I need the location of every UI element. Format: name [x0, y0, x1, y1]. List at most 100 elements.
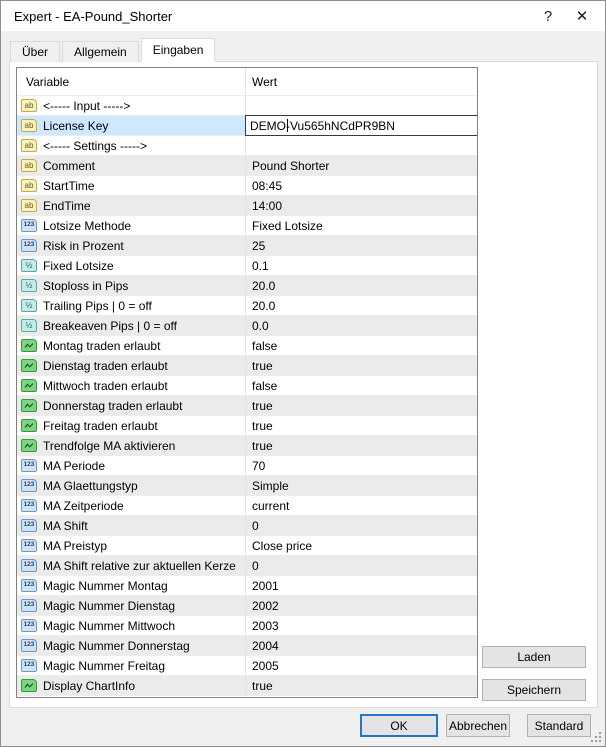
table-row[interactable]: Mittwoch traden erlaubt false: [17, 376, 477, 396]
table-row[interactable]: ab <----- Input ----->: [17, 96, 477, 116]
table-row[interactable]: 123 Magic Nummer Freitag 2005: [17, 656, 477, 676]
param-value[interactable]: 2005: [246, 656, 477, 675]
param-value[interactable]: current: [246, 496, 477, 515]
param-value[interactable]: Fixed Lotsize: [246, 216, 477, 235]
license-key-value: DEMO-Vu565hNCdPR9BN: [250, 119, 395, 133]
ok-button[interactable]: OK: [360, 714, 438, 737]
param-value[interactable]: true: [246, 356, 477, 375]
bool-type-icon: [21, 339, 37, 352]
table-row[interactable]: 123 Magic Nummer Donnerstag 2004: [17, 636, 477, 656]
table-row[interactable]: ab Comment Pound Shorter: [17, 156, 477, 176]
tab-allgemein[interactable]: Allgemein: [62, 41, 139, 62]
param-label: Comment: [43, 159, 95, 173]
close-button[interactable]: ✕: [565, 1, 599, 31]
param-value[interactable]: 70: [246, 456, 477, 475]
param-value[interactable]: 2002: [246, 596, 477, 615]
param-value[interactable]: [246, 96, 477, 115]
param-label: License Key: [43, 119, 108, 133]
table-row[interactable]: ½ Stoploss in Pips 20.0: [17, 276, 477, 296]
param-value[interactable]: true: [246, 436, 477, 455]
param-value[interactable]: 14:00: [246, 196, 477, 215]
param-value[interactable]: true: [246, 676, 477, 695]
param-label: Freitag traden erlaubt: [43, 419, 158, 433]
param-value[interactable]: DEMO-Vu565hNCdPR9BN: [246, 116, 477, 135]
param-label: Breakeaven Pips | 0 = off: [43, 319, 177, 333]
int-type-icon: 123: [21, 459, 37, 472]
param-value[interactable]: Simple: [246, 476, 477, 495]
table-row[interactable]: 123 MA Shift 0: [17, 516, 477, 536]
param-value[interactable]: Close price: [246, 536, 477, 555]
param-value[interactable]: 25: [246, 236, 477, 255]
table-row[interactable]: ab <----- Settings ----->: [17, 136, 477, 156]
param-value[interactable]: 2004: [246, 636, 477, 655]
tab-eingaben[interactable]: Eingaben: [141, 38, 216, 62]
table-row[interactable]: Donnerstag traden erlaubt true: [17, 396, 477, 416]
table-row[interactable]: 123 Magic Nummer Montag 2001: [17, 576, 477, 596]
param-label: Fixed Lotsize: [43, 259, 114, 273]
param-value[interactable]: [246, 136, 477, 155]
double-type-icon: ½: [21, 299, 37, 312]
table-row[interactable]: Montag traden erlaubt false: [17, 336, 477, 356]
column-header-variable: Variable: [17, 68, 246, 95]
table-row[interactable]: ½ Breakeaven Pips | 0 = off 0.0: [17, 316, 477, 336]
table-row[interactable]: 123 Lotsize Methode Fixed Lotsize: [17, 216, 477, 236]
param-value[interactable]: 0: [246, 556, 477, 575]
resize-grip[interactable]: [591, 732, 602, 743]
table-row[interactable]: 123 Risk in Prozent 25: [17, 236, 477, 256]
int-type-icon: 123: [21, 559, 37, 572]
table-row[interactable]: ab EndTime 14:00: [17, 196, 477, 216]
table-row[interactable]: Trendfolge MA aktivieren true: [17, 436, 477, 456]
param-label: Mittwoch traden erlaubt: [43, 379, 168, 393]
save-button[interactable]: Speichern: [482, 679, 586, 701]
table-row[interactable]: ½ Fixed Lotsize 0.1: [17, 256, 477, 276]
tab-über[interactable]: Über: [10, 41, 60, 62]
param-label: MA Shift relative zur aktuellen Kerze: [43, 559, 236, 573]
int-type-icon: 123: [21, 659, 37, 672]
param-label: Magic Nummer Freitag: [43, 659, 165, 673]
param-value[interactable]: 0.0: [246, 316, 477, 335]
param-label: Magic Nummer Montag: [43, 579, 168, 593]
param-label: Dienstag traden erlaubt: [43, 359, 168, 373]
table-row[interactable]: 123 MA Glaettungstyp Simple: [17, 476, 477, 496]
bool-type-icon: [21, 399, 37, 412]
param-label: Magic Nummer Donnerstag: [43, 639, 190, 653]
param-value[interactable]: 2001: [246, 576, 477, 595]
param-value[interactable]: 08:45: [246, 176, 477, 195]
param-value[interactable]: Pound Shorter: [246, 156, 477, 175]
param-label: Magic Nummer Mittwoch: [43, 619, 175, 633]
param-value[interactable]: 2003: [246, 616, 477, 635]
table-row[interactable]: ½ Trailing Pips | 0 = off 20.0: [17, 296, 477, 316]
table-row[interactable]: 123 MA Periode 70: [17, 456, 477, 476]
tab-page-eingaben: Variable Wert ab <----- Input -----> ab …: [9, 61, 598, 708]
param-value[interactable]: true: [246, 416, 477, 435]
param-label: MA Periode: [43, 459, 105, 473]
cancel-button[interactable]: Abbrechen: [446, 714, 510, 737]
param-value[interactable]: 0: [246, 516, 477, 535]
table-row[interactable]: Display ChartInfo true: [17, 676, 477, 696]
param-value[interactable]: 20.0: [246, 276, 477, 295]
table-row[interactable]: ab License Key DEMO-Vu565hNCdPR9BN: [17, 116, 477, 136]
help-button[interactable]: ?: [531, 1, 565, 31]
table-row[interactable]: 123 MA Shift relative zur aktuellen Kerz…: [17, 556, 477, 576]
table-row[interactable]: 123 Magic Nummer Mittwoch 2003: [17, 616, 477, 636]
load-button[interactable]: Laden: [482, 646, 586, 668]
license-key-input[interactable]: DEMO-Vu565hNCdPR9BN: [245, 115, 478, 136]
param-value[interactable]: true: [246, 396, 477, 415]
bool-type-icon: [21, 679, 37, 692]
table-row[interactable]: 123 Magic Nummer Dienstag 2002: [17, 596, 477, 616]
param-value[interactable]: 0.1: [246, 256, 477, 275]
table-row[interactable]: 123 MA Zeitperiode current: [17, 496, 477, 516]
table-row[interactable]: Freitag traden erlaubt true: [17, 416, 477, 436]
param-value[interactable]: 20.0: [246, 296, 477, 315]
param-value[interactable]: false: [246, 336, 477, 355]
param-table-body: ab <----- Input -----> ab License Key DE…: [17, 96, 477, 696]
default-button[interactable]: Standard: [527, 714, 591, 737]
double-type-icon: ½: [21, 259, 37, 272]
int-type-icon: 123: [21, 499, 37, 512]
table-row[interactable]: 123 MA Preistyp Close price: [17, 536, 477, 556]
window-title: Expert - EA-Pound_Shorter: [1, 9, 531, 24]
table-row[interactable]: ab StartTime 08:45: [17, 176, 477, 196]
table-header: Variable Wert: [17, 68, 477, 96]
param-value[interactable]: false: [246, 376, 477, 395]
table-row[interactable]: Dienstag traden erlaubt true: [17, 356, 477, 376]
